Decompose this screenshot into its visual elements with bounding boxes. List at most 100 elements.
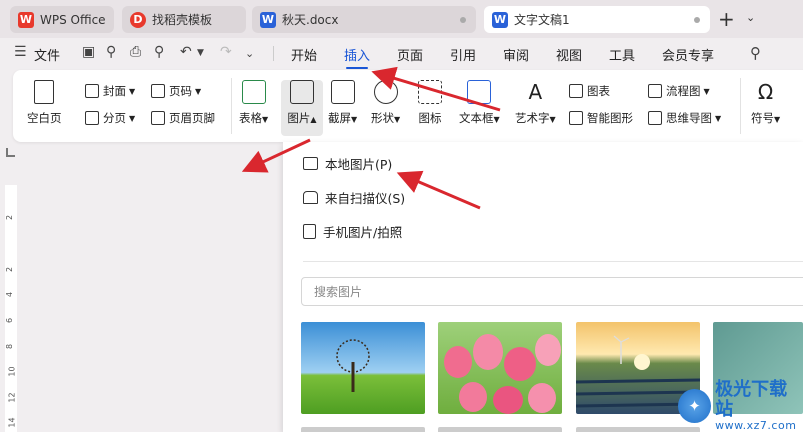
shape-label: 形状▼ [371, 111, 401, 125]
wps-logo-icon: W [18, 11, 34, 28]
shape-icon [373, 80, 398, 104]
picture-search-input[interactable]: 搜索图片 [301, 277, 803, 306]
stock-image-partial[interactable] [301, 427, 425, 432]
tab-list-chevron-icon[interactable]: ⌄ [746, 11, 755, 24]
scanner-icon [303, 191, 318, 204]
tab-label: 找稻壳模板 [152, 13, 213, 27]
menu-bar: ☰ 文件 ▣ ⚲ ⎙ ⚲ ↶ ▼ ↷ ⌄ 开始 插入 页面 引用 审阅 视图 工… [0, 38, 803, 69]
header-footer-label: 页眉页脚 [169, 111, 215, 125]
chart-label: 图表 [587, 84, 610, 98]
smart-graphic-label: 智能图形 [587, 111, 633, 125]
header-footer-icon [151, 111, 165, 125]
tab-autumn-docx[interactable]: W 秋天.docx [252, 6, 476, 33]
watermark-logo-icon: ✦ [678, 389, 712, 423]
stock-image-tree-meadow[interactable] [301, 322, 425, 414]
writer-logo-icon: W [492, 11, 508, 28]
menu-separator [273, 46, 274, 61]
writer-logo-icon: W [260, 11, 276, 28]
menu-member[interactable]: 会员专享 [662, 45, 714, 64]
ruler-number: 2 [5, 214, 15, 221]
symbol-label: 符号▼ [751, 111, 781, 125]
wordart-icon: A [528, 80, 543, 104]
tab-wps-office[interactable]: W WPS Office [10, 6, 114, 33]
cover-label: 封面 [103, 84, 126, 98]
textbox-icon [467, 80, 492, 104]
save-icon[interactable]: ▣ [82, 44, 95, 60]
tree-image-graphic [336, 339, 370, 392]
menu-home[interactable]: 开始 [291, 45, 317, 64]
print-icon[interactable]: ⎙ [130, 44, 141, 60]
ruler-number: 10 [7, 366, 17, 377]
menu-tools[interactable]: 工具 [609, 45, 635, 64]
icon-button[interactable]: 图标 [418, 80, 442, 126]
mindmap-label: 思维导图 [666, 111, 712, 125]
local-picture-label: 本地图片(P) [325, 157, 393, 172]
flowchart-label: 流程图 [666, 84, 701, 98]
smart-graphic-icon [569, 111, 583, 125]
redo-icon[interactable]: ↷ [220, 44, 232, 60]
wordart-button[interactable]: A 艺术字▼ [515, 80, 556, 126]
menu-insert[interactable]: 插入 [344, 45, 370, 69]
unsaved-dot-icon [460, 17, 466, 23]
chart-icon [569, 84, 583, 98]
shape-button[interactable]: 形状▼ [371, 80, 400, 126]
insert-ribbon: 空白页 封面 ▼ 分页 ▼ 页码 ▼ 页眉页脚 表格▼ 图片▲ 截屏▼ 形状▼ 图标 … [13, 70, 803, 142]
stock-image-partial[interactable] [438, 427, 562, 432]
print-preview-icon[interactable]: ⚲ [154, 44, 164, 60]
new-tab-plus-icon[interactable]: + [718, 7, 735, 31]
title-tab-bar: W WPS Office D 找稻壳模板 W 秋天.docx W 文字文稿1 +… [0, 0, 803, 38]
menu-review[interactable]: 审阅 [503, 45, 529, 64]
undo-icon[interactable]: ↶ [180, 44, 192, 60]
picture-button[interactable]: 图片▲ [281, 80, 323, 136]
stock-image-tulips[interactable] [438, 322, 562, 414]
ribbon-separator [740, 78, 741, 134]
wordart-label: 艺术字▼ [515, 111, 556, 125]
search-icon[interactable]: ⚲ [750, 44, 761, 62]
format-painter-icon[interactable]: ⚲ [106, 44, 116, 60]
scanner-item[interactable]: 来自扫描仪(S) [303, 188, 405, 207]
tab-template[interactable]: D 找稻壳模板 [122, 6, 246, 33]
omega-symbol-icon: Ω [757, 80, 774, 104]
blank-page-button[interactable]: 空白页 [27, 80, 62, 126]
phone-picture-item[interactable]: 手机图片/拍照 [303, 222, 402, 241]
site-watermark: ✦ 极光下载站 www.xz7.com [678, 380, 803, 432]
phone-image-icon [303, 224, 316, 239]
tab-document1[interactable]: W 文字文稿1 [484, 6, 710, 33]
section-label: 分页 [103, 111, 126, 125]
watermark-title: 极光下载站 [715, 379, 788, 420]
undo-dropdown-icon[interactable]: ▼ [197, 48, 204, 58]
picture-label: 图片▲ [287, 111, 317, 125]
ruler-number: 4 [5, 291, 15, 298]
smart-graphic-button[interactable]: 智能图形 [569, 110, 633, 126]
search-placeholder: 搜索图片 [314, 285, 363, 299]
vertical-ruler[interactable]: 2 2 4 6 8 10 12 14 [5, 185, 17, 432]
mindmap-icon [648, 111, 662, 125]
hamburger-menu-icon[interactable]: ☰ [14, 44, 27, 60]
symbol-button[interactable]: Ω 符号▼ [751, 80, 780, 126]
table-button[interactable]: 表格▼ [239, 80, 268, 126]
mindmap-button[interactable]: 思维导图 ▼ [648, 110, 721, 126]
section-break-button[interactable]: 分页 ▼ [85, 110, 135, 126]
ruler-corner-icon [6, 148, 15, 157]
phone-picture-label: 手机图片/拍照 [323, 225, 403, 240]
textbox-button[interactable]: 文本框▼ [459, 80, 500, 126]
menu-file[interactable]: 文件 [34, 45, 60, 64]
flowchart-button[interactable]: 流程图 ▼ [648, 83, 710, 99]
cover-button[interactable]: 封面 ▼ [85, 83, 135, 99]
docer-logo-icon: D [130, 11, 146, 28]
menu-references[interactable]: 引用 [450, 45, 476, 64]
chart-button[interactable]: 图表 [569, 83, 610, 99]
cover-icon [85, 84, 99, 98]
picture-icon [290, 80, 314, 104]
screenshot-button[interactable]: 截屏▼ [328, 80, 357, 126]
menu-page[interactable]: 页面 [397, 45, 423, 64]
table-icon [241, 80, 266, 104]
local-picture-item[interactable]: 本地图片(P) [303, 154, 392, 173]
page-number-button[interactable]: 页码 ▼ [151, 83, 201, 99]
more-chevron-icon[interactable]: ⌄ [245, 47, 254, 60]
header-footer-button[interactable]: 页眉页脚 [151, 110, 215, 126]
menu-view[interactable]: 视图 [556, 45, 582, 64]
image-icon [303, 157, 318, 170]
unsaved-dot-icon [694, 17, 700, 23]
table-label: 表格▼ [239, 111, 269, 125]
